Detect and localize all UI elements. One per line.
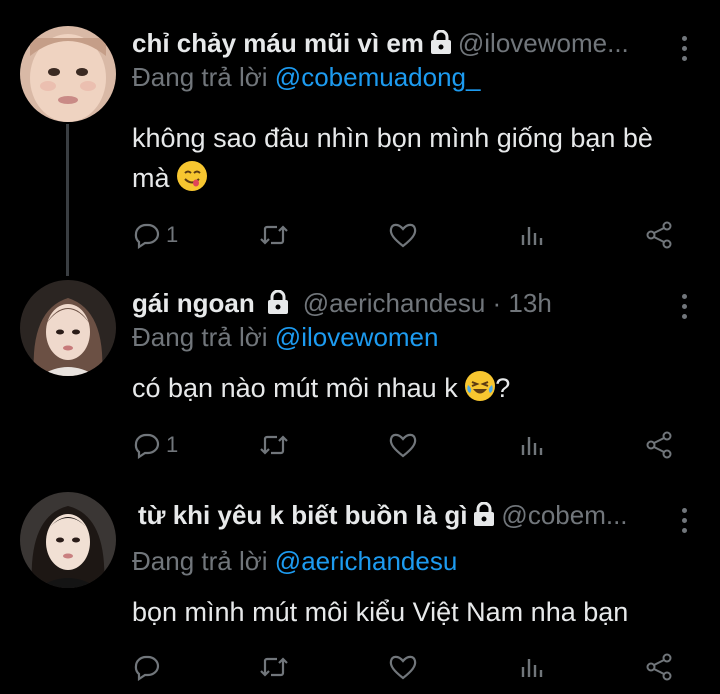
tweet-text: có bạn nào mút môi nhau k ? xyxy=(132,368,702,408)
tweet-header: gái ngoan @aerichandesu · 13h xyxy=(132,288,660,320)
tweet-text-line: mà xyxy=(132,163,170,193)
lock-icon xyxy=(473,501,495,532)
replying-to: Đang trả lời @cobemuadong_ xyxy=(132,62,480,92)
replying-prefix: Đang trả lời xyxy=(132,62,268,92)
like-button[interactable] xyxy=(388,428,418,462)
tweet[interactable]: gái ngoan @aerichandesu · 13h Đang trả lờ… xyxy=(0,266,720,486)
tweet-text: bọn mình mút môi kiểu Việt Nam nha bạn xyxy=(132,592,702,632)
share-icon xyxy=(646,221,672,249)
mention-link[interactable]: @cobemuadong_ xyxy=(275,62,481,92)
like-icon xyxy=(389,433,417,458)
share-icon xyxy=(646,653,672,681)
display-name[interactable]: chỉ chảy máu mũi vì em xyxy=(132,28,424,58)
share-icon xyxy=(646,431,672,459)
more-icon[interactable] xyxy=(682,294,690,324)
replying-to: Đang trả lời @aerichandesu xyxy=(132,546,457,576)
mention-link[interactable]: @aerichandesu xyxy=(275,546,458,576)
tweet-header: từ khi yêu k biết buồn là gì @cobem... xyxy=(138,500,660,532)
joy-face-emoji xyxy=(465,371,496,401)
replying-prefix: Đang trả lời xyxy=(132,546,268,576)
views-button[interactable] xyxy=(518,218,546,252)
views-icon xyxy=(521,227,543,245)
mention-link[interactable]: @ilovewomen xyxy=(275,322,439,352)
retweet-icon xyxy=(260,435,288,455)
reply-button[interactable]: 1 xyxy=(132,428,178,462)
reply-icon xyxy=(134,655,160,681)
tweet-actions xyxy=(132,650,692,684)
reply-count: 1 xyxy=(166,222,179,247)
like-icon xyxy=(389,655,417,680)
display-name[interactable]: từ khi yêu k biết buồn là gì xyxy=(138,500,467,530)
share-button[interactable] xyxy=(644,218,674,252)
tweet-text-line: không sao đâu nhìn bọn mình giống bạn bè xyxy=(132,123,653,153)
reply-icon xyxy=(134,223,160,249)
avatar[interactable] xyxy=(20,26,116,122)
views-icon xyxy=(521,437,543,455)
tweet[interactable]: từ khi yêu k biết buồn là gì @cobem... Đa… xyxy=(0,486,720,694)
replying-prefix: Đang trả lời xyxy=(132,322,268,352)
retweet-button[interactable] xyxy=(258,428,290,462)
tweet-actions: 1 xyxy=(132,428,692,462)
views-button[interactable] xyxy=(518,650,546,684)
lock-icon xyxy=(430,29,452,60)
reply-button[interactable]: 1 xyxy=(132,218,178,252)
views-icon xyxy=(521,659,543,677)
share-button[interactable] xyxy=(644,650,674,684)
tweet[interactable]: chỉ chảy máu mũi vì em @ilovewome... Đang… xyxy=(0,16,720,266)
replying-to: Đang trả lời @ilovewomen xyxy=(132,322,438,352)
lock-icon xyxy=(267,289,289,320)
user-handle[interactable]: @ilovewome... xyxy=(458,28,629,58)
tweet-header: chỉ chảy máu mũi vì em @ilovewome... xyxy=(132,28,660,60)
views-button[interactable] xyxy=(518,428,546,462)
like-button[interactable] xyxy=(388,218,418,252)
retweet-icon xyxy=(260,657,288,677)
user-handle[interactable]: @cobem... xyxy=(501,500,627,530)
tweet-text-tail: ? xyxy=(495,373,511,403)
reply-count: 1 xyxy=(166,432,179,457)
retweet-button[interactable] xyxy=(258,650,290,684)
reply-icon xyxy=(134,433,160,459)
retweet-button[interactable] xyxy=(258,218,290,252)
avatar[interactable] xyxy=(20,492,116,588)
tweet-actions: 1 xyxy=(132,218,692,252)
more-icon[interactable] xyxy=(682,508,690,538)
yum-face-emoji xyxy=(177,161,208,191)
like-icon xyxy=(389,223,417,248)
retweet-icon xyxy=(260,225,288,245)
avatar[interactable] xyxy=(20,280,116,376)
user-handle[interactable]: @aerichandesu · 13h xyxy=(303,288,552,318)
more-icon[interactable] xyxy=(682,36,690,66)
tweet-text-line: có bạn nào mút môi nhau k xyxy=(132,373,458,403)
display-name[interactable]: gái ngoan xyxy=(132,288,255,318)
tweet-text: không sao đâu nhìn bọn mình giống bạn bè… xyxy=(132,118,702,198)
share-button[interactable] xyxy=(644,428,674,462)
reply-button[interactable] xyxy=(132,650,166,684)
tweet-text-line: bọn mình mút môi kiểu Việt Nam nha bạn xyxy=(132,597,629,627)
like-button[interactable] xyxy=(388,650,418,684)
